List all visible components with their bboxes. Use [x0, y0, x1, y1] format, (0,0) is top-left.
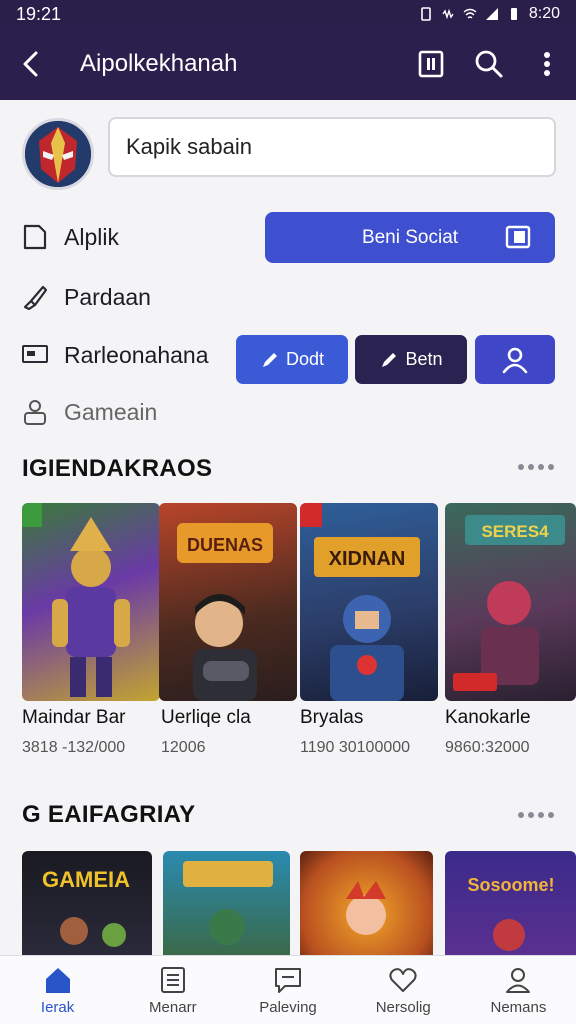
nav-label: Paleving	[259, 998, 317, 1016]
primary-action-button[interactable]: Beni Sociat	[265, 212, 555, 263]
game-card[interactable]: SERES4	[445, 503, 576, 701]
game-card[interactable]	[22, 503, 160, 701]
bottom-nav: Ierak Menarr Paleving Nersolig Nemans	[0, 955, 576, 1024]
menu-label: Alplik	[64, 223, 119, 250]
card-logo: GAMEIA	[42, 867, 130, 892]
game-card[interactable]: DUENAS	[159, 503, 297, 701]
heart-icon	[387, 965, 419, 995]
reader-button[interactable]	[402, 28, 460, 100]
pen-icon	[262, 352, 277, 367]
user-icon	[502, 347, 528, 373]
window-icon	[505, 225, 531, 249]
hero-mask-icon	[25, 121, 91, 187]
menu-label: Gameain	[64, 398, 158, 425]
section-title: G EAIFAGRIAY	[22, 801, 196, 828]
vibrate-icon	[442, 8, 454, 20]
section-more-button[interactable]	[518, 462, 554, 472]
search-icon	[475, 50, 503, 78]
battery-icon	[510, 8, 517, 20]
list-icon	[157, 965, 189, 995]
pill-label: Betn	[405, 349, 443, 369]
nav-item-menarr[interactable]: Menarr	[115, 956, 230, 1024]
back-button[interactable]	[0, 28, 62, 100]
game-art: Sosoome!	[467, 875, 555, 951]
kid-gamer-art: DUENAS	[177, 523, 273, 701]
card-meta: 1190 30100000	[300, 739, 411, 756]
nav-item-nersolig[interactable]: Nersolig	[346, 956, 461, 1024]
card-logo: DUENAS	[187, 535, 263, 555]
pen-icon	[382, 352, 397, 367]
nav-label: Ierak	[40, 998, 75, 1016]
avatar[interactable]	[22, 118, 94, 190]
nav-label: Nersolig	[375, 998, 431, 1016]
card-meta: 3818 -132/000	[22, 739, 126, 756]
nav-label: Nemans	[490, 998, 547, 1016]
pill-label: Dodt	[285, 349, 325, 369]
search-button[interactable]	[460, 28, 518, 100]
wifi-icon	[463, 8, 477, 19]
card-meta: 12006	[161, 739, 206, 756]
status-time: 19:21	[16, 3, 62, 24]
game-card[interactable]: GAMEIA	[22, 851, 152, 955]
search-input[interactable]: Kapik sabain	[108, 117, 556, 177]
brush-icon	[20, 282, 50, 312]
status-bar: 19:21 8:20	[0, 0, 576, 28]
game-card[interactable]	[300, 851, 433, 955]
status-clock-right: 8:20	[528, 5, 560, 22]
menu-item-gameain[interactable]: Gameain	[20, 397, 157, 427]
app-bar: Aipolkekhanah	[0, 28, 576, 100]
menu-label: Pardaan	[64, 283, 151, 310]
betn-button[interactable]: Betn	[355, 335, 467, 384]
back-icon	[23, 51, 38, 77]
game-art: GAMEIA	[42, 867, 130, 947]
page-title: Aipolkekhanah	[80, 50, 238, 77]
card-title: Bryalas	[300, 707, 364, 728]
menu-label: Rarleonahana	[64, 341, 209, 368]
card-logo: SERES4	[481, 522, 549, 541]
more-options-button[interactable]	[518, 28, 576, 100]
card-logo: Sosoome!	[467, 875, 554, 895]
game-card[interactable]: Sosoome!	[445, 851, 576, 955]
dodt-button[interactable]: Dodt	[236, 335, 348, 384]
home-icon	[42, 965, 74, 995]
hero-art	[22, 503, 130, 697]
user-button[interactable]	[475, 335, 555, 384]
card-logo: XIDNAN	[329, 548, 406, 570]
card-title: Kanokarle	[445, 707, 531, 728]
person-game-icon	[20, 397, 50, 427]
profile-icon	[502, 965, 534, 995]
section-more-button[interactable]	[518, 810, 554, 820]
warrior-art: SERES4	[453, 515, 565, 691]
menu-item-alplik[interactable]: Alplik	[20, 222, 119, 252]
signal-icon	[485, 8, 498, 20]
file-icon	[20, 222, 50, 252]
game-card[interactable]: XIDNAN	[300, 503, 438, 701]
menu-item-pardaan[interactable]: Pardaan	[20, 282, 151, 312]
game-art	[346, 881, 386, 935]
menu-item-rarleonahana[interactable]: Rarleonahana	[20, 340, 209, 370]
nav-item-paleving[interactable]: Paleving	[230, 956, 345, 1024]
section-title: IGIENDAKRAOS	[22, 455, 213, 482]
card-title: Uerliqe cla	[161, 707, 251, 728]
more-vert-icon	[544, 52, 550, 76]
nfc-icon	[421, 7, 431, 21]
status-icons: 8:20	[419, 5, 560, 23]
nav-item-nemans[interactable]: Nemans	[461, 956, 576, 1024]
monitor-icon	[20, 340, 50, 370]
knight-art: XIDNAN	[300, 503, 420, 701]
card-title: Maindar Bar	[22, 707, 126, 728]
game-card[interactable]	[163, 851, 290, 955]
primary-button-label: Beni Sociat	[361, 226, 459, 248]
search-placeholder: Kapik sabain	[126, 134, 252, 159]
nav-label: Menarr	[149, 998, 197, 1016]
card-meta: 9860:32000	[445, 739, 530, 756]
chat-icon	[272, 965, 304, 995]
nav-item-ierak[interactable]: Ierak	[0, 956, 115, 1024]
reader-icon	[418, 50, 444, 78]
game-art	[183, 861, 273, 945]
